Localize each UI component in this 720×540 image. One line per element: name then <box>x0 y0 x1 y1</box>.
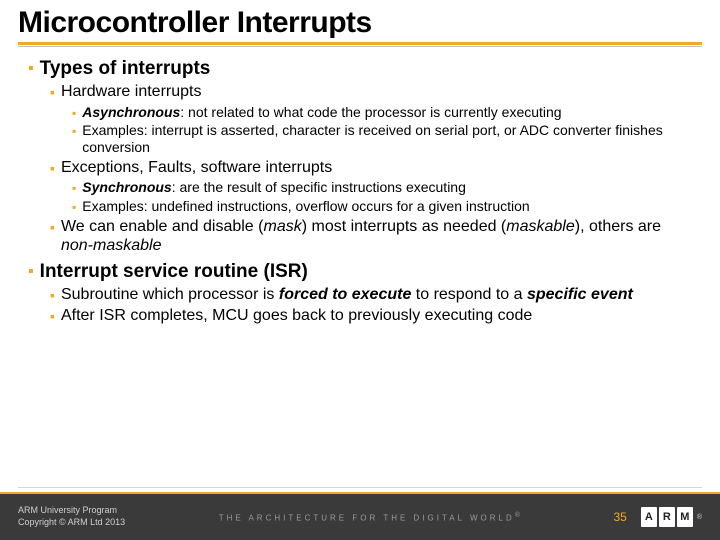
heading-text: Hardware interrupts <box>61 82 202 102</box>
text: Subroutine which processor is <box>61 286 279 303</box>
section-heading: ▪ Interrupt service routine (ISR) <box>28 260 692 283</box>
footer-copyright: ARM University Program Copyright © ARM L… <box>18 505 125 528</box>
heading-text: Interrupt service routine (ISR) <box>40 260 308 283</box>
logo-tile: M <box>677 507 693 527</box>
list-item: ▪ We can enable and disable (mask) most … <box>50 217 692 256</box>
bullet-icon: ▪ <box>50 82 55 99</box>
term: maskable <box>506 218 574 235</box>
footer-line: ARM University Program <box>18 505 125 517</box>
term: forced to execute <box>279 286 411 303</box>
list-item: ▪ Examples: interrupt is asserted, chara… <box>72 122 692 156</box>
logo-tile: R <box>659 507 675 527</box>
bullet-icon: ▪ <box>50 306 55 323</box>
list-item: ▪ Synchronous: are the result of specifi… <box>72 179 692 196</box>
bullet-icon: ▪ <box>72 179 76 194</box>
footer: ARM University Program Copyright © ARM L… <box>0 492 720 540</box>
text: ) most interrupts as needed ( <box>302 218 507 235</box>
page-title: Microcontroller Interrupts <box>18 6 702 40</box>
footer-right: 35 A R M ® <box>613 507 702 527</box>
bullet-icon: ▪ <box>72 122 76 137</box>
item-text: Asynchronous: not related to what code t… <box>82 104 561 121</box>
item-text: Subroutine which processor is forced to … <box>61 285 633 305</box>
text: : not related to what code the processor… <box>180 104 561 120</box>
term: specific event <box>527 286 633 303</box>
footer-tagline: THE ARCHITECTURE FOR THE DIGITAL WORLD® <box>125 512 613 523</box>
bullet-icon: ▪ <box>28 57 34 77</box>
registered-icon: ® <box>515 512 520 519</box>
title-block: Microcontroller Interrupts <box>0 0 720 47</box>
term: non-maskable <box>61 237 162 254</box>
logo-tile: A <box>641 507 657 527</box>
bullet-icon: ▪ <box>50 217 55 234</box>
list-item: ▪ Subroutine which processor is forced t… <box>50 285 692 305</box>
section-heading: ▪ Types of interrupts <box>28 57 692 80</box>
item-text: Examples: interrupt is asserted, charact… <box>82 122 692 156</box>
bullet-icon: ▪ <box>72 198 76 213</box>
sub-heading: ▪ Exceptions, Faults, software interrupt… <box>50 158 692 178</box>
text: to respond to a <box>411 286 527 303</box>
list-item: ▪ Examples: undefined instructions, over… <box>72 198 692 215</box>
text: : are the result of specific instruction… <box>172 179 466 195</box>
item-text: After ISR completes, MCU goes back to pr… <box>61 306 532 326</box>
registered-icon: ® <box>697 514 702 521</box>
heading-text: Exceptions, Faults, software interrupts <box>61 158 332 178</box>
sub-heading: ▪ Hardware interrupts <box>50 82 692 102</box>
content: ▪ Types of interrupts ▪ Hardware interru… <box>0 47 720 326</box>
list-item: ▪ Asynchronous: not related to what code… <box>72 104 692 121</box>
tagline-text: THE ARCHITECTURE FOR THE DIGITAL WORLD <box>219 513 515 522</box>
item-text: Synchronous: are the result of specific … <box>82 179 466 196</box>
text: We can enable and disable ( <box>61 218 264 235</box>
text: ), others are <box>575 218 661 235</box>
heading-text: Types of interrupts <box>40 57 211 80</box>
bullet-icon: ▪ <box>50 285 55 302</box>
footer-line: Copyright © ARM Ltd 2013 <box>18 517 125 529</box>
bullet-icon: ▪ <box>28 260 34 280</box>
footer-divider <box>18 487 702 488</box>
term: Asynchronous <box>82 104 180 120</box>
page-number: 35 <box>613 510 626 524</box>
title-rule <box>18 42 702 45</box>
term: mask <box>263 218 301 235</box>
item-text: We can enable and disable (mask) most in… <box>61 217 692 256</box>
item-text: Examples: undefined instructions, overfl… <box>82 198 529 215</box>
list-item: ▪ After ISR completes, MCU goes back to … <box>50 306 692 326</box>
bullet-icon: ▪ <box>72 104 76 119</box>
term: Synchronous <box>82 179 171 195</box>
bullet-icon: ▪ <box>50 158 55 175</box>
arm-logo: A R M ® <box>641 507 702 527</box>
